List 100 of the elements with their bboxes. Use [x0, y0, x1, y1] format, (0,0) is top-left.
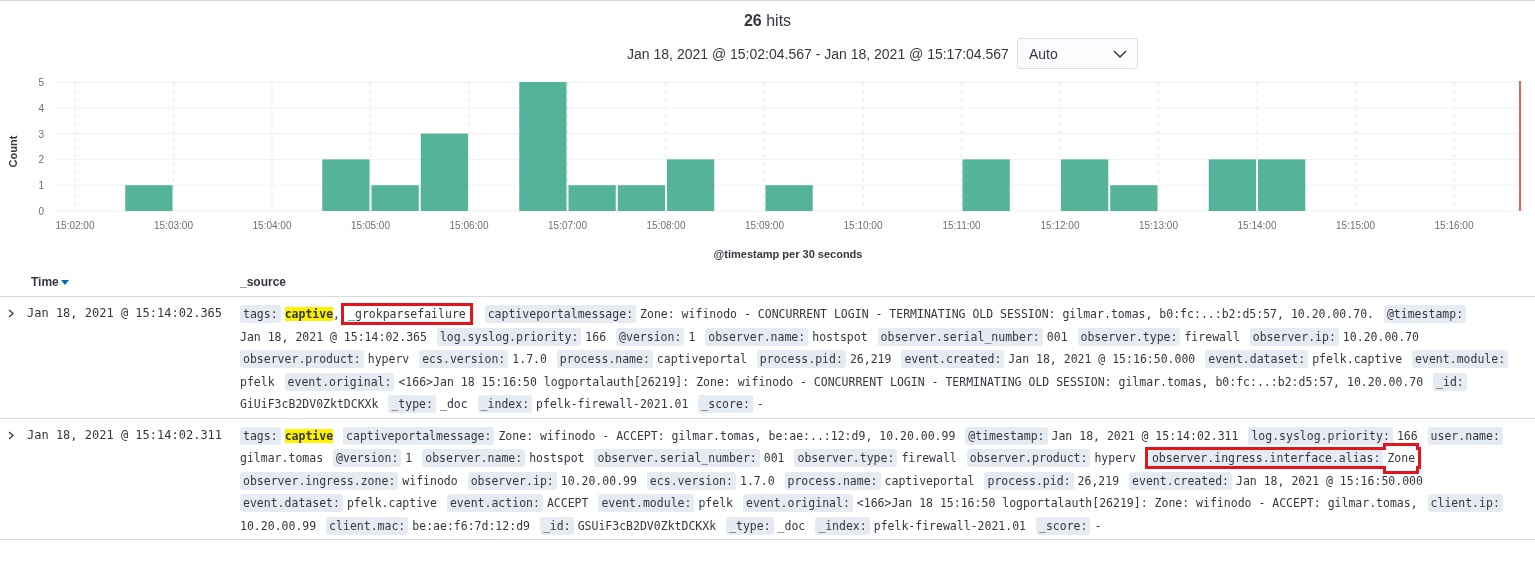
field-value: Jan 18, 2021 @ 15:16:50.000: [1236, 472, 1423, 490]
field-value: firewall: [1184, 328, 1240, 346]
field-label: event.created:: [1129, 471, 1232, 490]
field-label: event.created:: [901, 350, 1005, 368]
hits-count: 26 hits: [742, 12, 793, 31]
sort-down-icon[interactable]: [60, 279, 69, 285]
x-tick-label: 15:16:00: [1434, 220, 1474, 231]
field-value: GSUiF3cB2DV0ZktDCKXk: [577, 517, 717, 535]
field-value: <166>Jan 18 15:16:50 logportalauth[26219]: Zone: wifinodo - CONCURRENT LOGIN - TERMINATING OLD SESSION: gilmar.tomas, b0:fc:..:b2:d5:57, 10.20.00.70: [398, 373, 1424, 391]
field-label: process.pid:: [756, 350, 846, 368]
histogram-bar[interactable]: [1061, 159, 1109, 211]
x-tick-label: 15:10:00: [843, 220, 883, 231]
field-value: 10.20.00.99: [240, 517, 317, 535]
field-value: Zone: wifinodo - ACCEPT: gilmar.tomas, be:ae:..:12:d9, 10.20.00.99: [498, 427, 956, 445]
column-header[interactable]: _source: [240, 275, 287, 289]
field-value: 166: [1396, 427, 1418, 445]
field-label: ecs.version:: [419, 350, 509, 368]
field-label: _score:: [1035, 516, 1091, 535]
expand-toggle[interactable]: [8, 430, 14, 440]
field-value: hyperv: [1094, 450, 1136, 467]
field-label: captiveportalmessage:: [484, 305, 637, 323]
field-label: observer.name:: [422, 449, 526, 467]
x-axis-title: @timestamp per 30 seconds: [713, 248, 863, 260]
histogram-bar[interactable]: [371, 185, 419, 211]
field-value: Jan 18, 2021 @ 15:14:02.365: [240, 328, 427, 346]
field-label: observer.product:: [240, 350, 364, 368]
field-label: event.dataset:: [1205, 350, 1309, 368]
field-value: pfelk-firewall-2021.01: [536, 396, 689, 413]
field-value: 001: [763, 450, 785, 467]
expand-toggle[interactable]: [8, 309, 14, 318]
histogram-bar[interactable]: [765, 185, 813, 211]
field-label: @timestamp:: [965, 426, 1048, 445]
field-value: captiveportal: [656, 351, 747, 368]
field-value: -: [1094, 517, 1102, 535]
field-value: pfelk: [240, 373, 275, 391]
field-value: pfelk.captive: [346, 495, 437, 512]
field-label: log.syslog.priority:: [436, 327, 582, 346]
field-value: hostspot: [529, 450, 585, 467]
field-label: event.module:: [598, 494, 695, 512]
time-cell-text: Jan 18, 2021 @ 15:14:02.365: [26, 305, 223, 320]
time-range: Jan 18, 2021 @ 15:02:04.567 - Jan 18, 2021 @ 15:17:04.567: [627, 45, 1009, 62]
field-label: observer.ip:: [467, 471, 557, 490]
time-cell-text: Jan 18, 2021 @ 15:14:02.311: [26, 426, 223, 442]
histogram-bar[interactable]: [322, 159, 370, 211]
field-label: observer.type:: [1077, 327, 1181, 346]
field-value: GiUiF3cB2DV0ZktDCKXk: [240, 396, 379, 413]
histogram-bar[interactable]: [568, 185, 616, 211]
field-label: @timestamp:: [1383, 305, 1467, 323]
field-label: _type:: [726, 516, 774, 535]
field-value: 10.20.00.70: [1342, 328, 1420, 346]
field-label: _id:: [539, 516, 574, 535]
histogram-bar[interactable]: [1258, 159, 1306, 211]
field-label: tags:: [240, 305, 281, 323]
field-label: ecs.version:: [646, 471, 736, 490]
x-tick-label: 15:02:00: [55, 220, 95, 231]
field-value: 166: [585, 328, 607, 346]
field-label: client.mac:: [326, 516, 409, 535]
x-tick-label: 15:03:00: [154, 220, 193, 231]
field-value: 1.7.0: [512, 351, 547, 368]
histogram-bar[interactable]: [667, 159, 715, 211]
histogram-bar[interactable]: [1110, 185, 1158, 211]
y-tick-label: 3: [38, 128, 44, 140]
histogram-bar[interactable]: [420, 133, 468, 211]
field-label: tags:: [240, 426, 281, 445]
y-tick-label: 2: [38, 154, 44, 166]
field-value: 1.7.0: [739, 472, 775, 490]
x-tick-label: 15:12:00: [1040, 220, 1080, 231]
x-tick-label: 15:07:00: [548, 220, 587, 231]
field-label: event.dataset:: [240, 494, 343, 512]
histogram-bar[interactable]: [962, 159, 1010, 211]
field-value: pfelk.captive: [1312, 351, 1403, 368]
tag-separator: ,: [333, 307, 341, 321]
x-tick-label: 15:13:00: [1139, 220, 1178, 231]
field-value: -: [756, 396, 764, 413]
field-label: _type:: [388, 395, 436, 413]
histogram-bar[interactable]: [617, 185, 665, 211]
field-value: 1: [688, 328, 696, 346]
field-value: pfelk: [698, 495, 734, 512]
x-tick-label: 15:11:00: [942, 220, 981, 231]
field-label: log.syslog.priority:: [1248, 426, 1393, 445]
field-value: _doc: [777, 517, 806, 535]
field-label: @version:: [616, 327, 685, 346]
histogram-bar[interactable]: [519, 82, 567, 211]
histogram-bar[interactable]: [125, 185, 173, 211]
field-label: _index:: [815, 516, 870, 535]
field-label: @version:: [333, 449, 402, 467]
field-value: <166>Jan 18 15:16:50 logportalauth[26219]: Zone: wifinodo - ACCEPT: gilmar.tomas,: [856, 495, 1418, 512]
field-value: Zone: [1387, 450, 1416, 467]
field-label: process.name:: [556, 350, 653, 368]
field-value: Jan 18, 2021 @ 15:14:02.311: [1051, 427, 1239, 445]
field-label: client.ip:: [1427, 494, 1503, 512]
x-tick-label: 15:04:00: [252, 220, 292, 231]
field-value: Jan 18, 2021 @ 15:16:50.000: [1008, 351, 1196, 368]
x-tick-label: 15:09:00: [745, 220, 784, 231]
field-value: firewall: [901, 450, 957, 467]
column-header[interactable]: Time: [31, 275, 69, 289]
field-label: event.action:: [446, 494, 543, 512]
histogram-bar[interactable]: [1208, 159, 1256, 211]
interval-select[interactable]: Auto: [1016, 38, 1138, 69]
tag-value: captive: [284, 428, 334, 443]
